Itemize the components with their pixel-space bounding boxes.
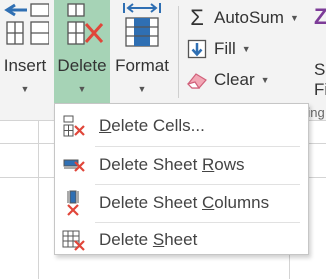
menu-item-label: Delete Sheet: [99, 230, 198, 249]
delete-sheet-columns-icon: [61, 190, 87, 216]
menu-item-label: Delete Cells...: [99, 116, 205, 135]
chevron-down-icon: ▼: [260, 75, 270, 85]
chevron-down-icon: ▼: [289, 13, 299, 23]
delete-sheet-icon: [61, 227, 87, 253]
sort-filter-label[interactable]: So: [314, 60, 326, 80]
chevron-down-icon: ▼: [137, 84, 147, 94]
chevron-down-icon: ▼: [241, 44, 251, 54]
delete-cells-icon: [61, 113, 87, 139]
chevron-down-icon: ▼: [20, 84, 30, 94]
sort-filter-icon: Z: [314, 4, 326, 29]
menu-item-delete-sheet-rows[interactable]: Delete Sheet Rows: [55, 148, 308, 182]
menu-item-delete-sheet[interactable]: Delete Sheet: [55, 223, 308, 257]
fill-button[interactable]: Fill ▼: [186, 35, 251, 63]
fill-label: Fill: [214, 39, 236, 58]
eraser-icon: [186, 69, 208, 91]
format-cells-icon: [118, 0, 166, 52]
clear-label: Clear: [214, 70, 255, 89]
gridline: [38, 121, 39, 279]
fill-down-icon: [186, 38, 208, 60]
menu-item-delete-cells[interactable]: Delete Cells...: [55, 109, 308, 143]
autosum-label: AutoSum: [214, 8, 284, 27]
insert-label: Insert: [3, 56, 47, 75]
delete-label: Delete: [57, 56, 107, 75]
insert-button[interactable]: Insert ▼: [0, 0, 50, 103]
sigma-icon: Σ: [190, 5, 204, 30]
format-button[interactable]: Format ▼: [110, 0, 174, 103]
menu-item-delete-sheet-columns[interactable]: Delete Sheet Columns: [55, 186, 308, 220]
delete-button[interactable]: Delete ▼: [54, 0, 110, 103]
insert-cells-icon: [1, 0, 50, 52]
menu-item-label: Delete Sheet Rows: [99, 155, 245, 174]
delete-cells-icon: [58, 0, 106, 52]
menu-separator: [95, 146, 300, 147]
menu-separator: [95, 184, 300, 185]
delete-dropdown-menu: Delete Cells... Delete Sheet Rows Delete: [54, 103, 309, 255]
chevron-down-icon: ▼: [77, 84, 87, 94]
find-select-label[interactable]: Fi: [314, 80, 326, 100]
group-separator: [178, 6, 179, 98]
clear-button[interactable]: Clear ▼: [186, 66, 270, 94]
delete-sheet-rows-icon: [61, 152, 87, 178]
menu-item-label: Delete Sheet Columns: [99, 193, 270, 212]
format-label: Format: [115, 56, 169, 75]
autosum-button[interactable]: Σ AutoSum ▼: [186, 4, 299, 32]
